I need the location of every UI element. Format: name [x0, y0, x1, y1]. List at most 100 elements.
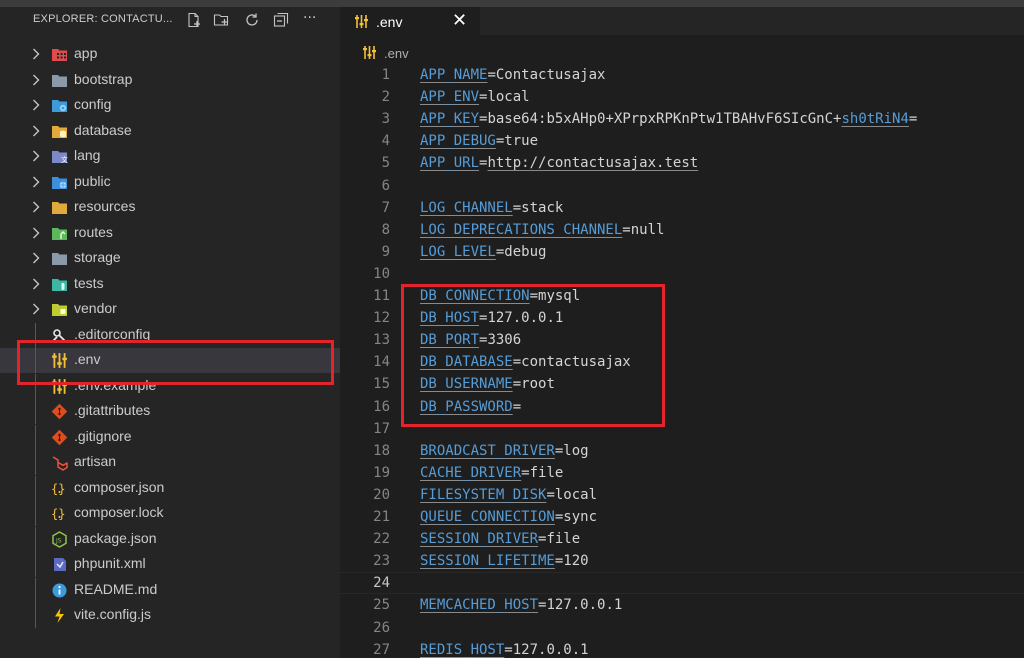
line-number: 10 [373, 266, 390, 282]
line-number: 13 [373, 332, 390, 348]
code-line[interactable]: 19 CACHE_DRIVER=file [340, 462, 1024, 484]
tree-folder[interactable]: storage [0, 246, 340, 271]
tree-folder[interactable]: database [0, 119, 340, 144]
database-folder-icon [51, 123, 68, 140]
tree-file[interactable]: artisan [0, 450, 340, 475]
new-folder-icon[interactable] [213, 12, 229, 28]
chevron-right-icon[interactable] [30, 98, 42, 112]
tree-item-label: artisan [74, 453, 117, 469]
refresh-icon[interactable] [244, 12, 260, 28]
code-line[interactable]: 10 [340, 263, 1024, 285]
tree-file[interactable]: .editorconfig [0, 323, 340, 348]
code-text: APP_DEBUG=true [420, 133, 539, 149]
env-key: DB_CONNECTION [420, 288, 530, 304]
tree-item-label: app [74, 45, 98, 61]
tree-item-label: composer.lock [74, 504, 164, 520]
code-text: APP_KEY = base64:b5xAHp0+XPrpxRPKnPtw1TBAH… [420, 111, 918, 127]
tree-file[interactable]: .env [0, 348, 340, 373]
code-line[interactable]: 8 LOG_DEPRECATIONS_CHANNEL=null [340, 219, 1024, 241]
code-line[interactable]: 15 DB_USERNAME=root [340, 373, 1024, 395]
code-line[interactable]: 5 APP_URL=http://contactusajax.test [340, 152, 1024, 174]
tree-folder[interactable]: resources [0, 195, 340, 220]
code-line[interactable]: 23 SESSION_LIFETIME=120 [340, 550, 1024, 572]
tab-env[interactable]: .env ✕ [340, 7, 480, 36]
tree-file[interactable]: JS package.json [0, 527, 340, 552]
env-key: REDIS_HOST [420, 642, 505, 658]
env-key: SESSION_LIFETIME [420, 553, 555, 569]
code-line[interactable]: 11 DB_CONNECTION=mysql [340, 285, 1024, 307]
tree-file[interactable]: {} composer.json [0, 476, 340, 501]
chevron-right-icon[interactable] [30, 47, 42, 61]
code-line[interactable]: 16 DB_PASSWORD= [340, 396, 1024, 418]
indent-guide [35, 578, 36, 603]
tree-folder[interactable]: app [0, 42, 340, 67]
tree-folder[interactable]: bootstrap [0, 68, 340, 93]
chevron-right-icon[interactable] [30, 226, 42, 240]
line-number: 12 [373, 310, 390, 326]
tree-folder[interactable]: tests [0, 272, 340, 297]
chevron-right-icon[interactable] [30, 175, 42, 189]
line-number: 21 [373, 509, 390, 525]
code-line[interactable]: 6 [340, 175, 1024, 197]
chevron-right-icon[interactable] [30, 73, 42, 87]
code-line[interactable]: 12 DB_HOST=127.0.0.1 [340, 307, 1024, 329]
code-line[interactable]: 20 FILESYSTEM_DISK=local [340, 484, 1024, 506]
code-line[interactable]: 9 LOG_LEVEL=debug [340, 241, 1024, 263]
collapse-all-icon[interactable] [273, 12, 289, 28]
chevron-right-icon[interactable] [30, 200, 42, 214]
line-number: 2 [381, 89, 390, 105]
tree-file[interactable]: .env.example [0, 374, 340, 399]
code-line[interactable]: 1 APP_NAME=Contactusajax [340, 64, 1024, 86]
line-number: 15 [373, 376, 390, 392]
code-line[interactable]: 27 REDIS_HOST=127.0.0.1 [340, 639, 1024, 658]
line-number: 18 [373, 443, 390, 459]
code-line[interactable]: 2 APP_ENV=local [340, 86, 1024, 108]
code-line[interactable]: 25 MEMCACHED_HOST=127.0.0.1 [340, 594, 1024, 616]
chevron-right-icon[interactable] [30, 149, 42, 163]
tree-file[interactable]: .gitattributes [0, 399, 340, 424]
tree-file[interactable]: {} composer.lock [0, 501, 340, 526]
chevron-right-icon[interactable] [30, 277, 42, 291]
tree-folder[interactable]: public [0, 170, 340, 195]
code-line[interactable]: 21 QUEUE_CONNECTION=sync [340, 506, 1024, 528]
code-line[interactable]: 4 APP_DEBUG=true [340, 130, 1024, 152]
code-line[interactable]: 3 APP_KEY = base64:b5xAHp0+XPrpxRPKnPtw1TBA… [340, 108, 1024, 130]
public-folder-icon [51, 174, 68, 191]
env-icon [354, 14, 369, 29]
code-line[interactable]: 7 LOG_CHANNEL=stack [340, 197, 1024, 219]
tree-item-label: .env.example [74, 377, 157, 393]
code-line[interactable]: 13 DB_PORT=3306 [340, 329, 1024, 351]
env-key: MEMCACHED_HOST [420, 597, 539, 613]
code-line[interactable]: 24 [340, 572, 1024, 594]
close-icon[interactable]: ✕ [452, 11, 467, 31]
tree-folder[interactable]: routes [0, 221, 340, 246]
tree-file[interactable]: .gitignore [0, 425, 340, 450]
tree-file[interactable]: vite.config.js [0, 603, 340, 628]
svg-text:{}: {} [51, 507, 65, 521]
tree-folder[interactable]: vendor [0, 297, 340, 322]
env-value: local [487, 89, 530, 105]
env-key: QUEUE_CONNECTION [420, 509, 555, 525]
env-key: DB_PORT [420, 332, 480, 348]
chevron-right-icon[interactable] [30, 251, 42, 265]
env-value-part: = [908, 111, 918, 127]
chevron-right-icon[interactable] [30, 302, 42, 316]
code-line[interactable]: 17 [340, 418, 1024, 440]
line-number: 24 [373, 575, 390, 591]
code-text: APP_URL=http://contactusajax.test [420, 155, 699, 171]
folder-icon [51, 250, 68, 267]
code-line[interactable]: 26 [340, 617, 1024, 639]
tree-file[interactable]: phpunit.xml [0, 552, 340, 577]
tree-file[interactable]: README.md [0, 578, 340, 603]
tree-folder[interactable]: config [0, 93, 340, 118]
more-icon[interactable]: ··· [303, 10, 323, 26]
new-file-icon[interactable] [186, 12, 202, 28]
code-line[interactable]: 18 BROADCAST_DRIVER=log [340, 440, 1024, 462]
env-value: base64:b5xAHp0+XPrpxRPKnPtw1TBAHvF6SIcGn… [487, 111, 842, 127]
chevron-right-icon[interactable] [30, 124, 42, 138]
code-text: APP_NAME=Contactusajax [420, 67, 606, 83]
code-line[interactable]: 22 SESSION_DRIVER=file [340, 528, 1024, 550]
tree-folder[interactable]: 文 lang [0, 144, 340, 169]
code-line[interactable]: 14 DB_DATABASE=contactusajax [340, 351, 1024, 373]
env-value: local [554, 487, 598, 503]
